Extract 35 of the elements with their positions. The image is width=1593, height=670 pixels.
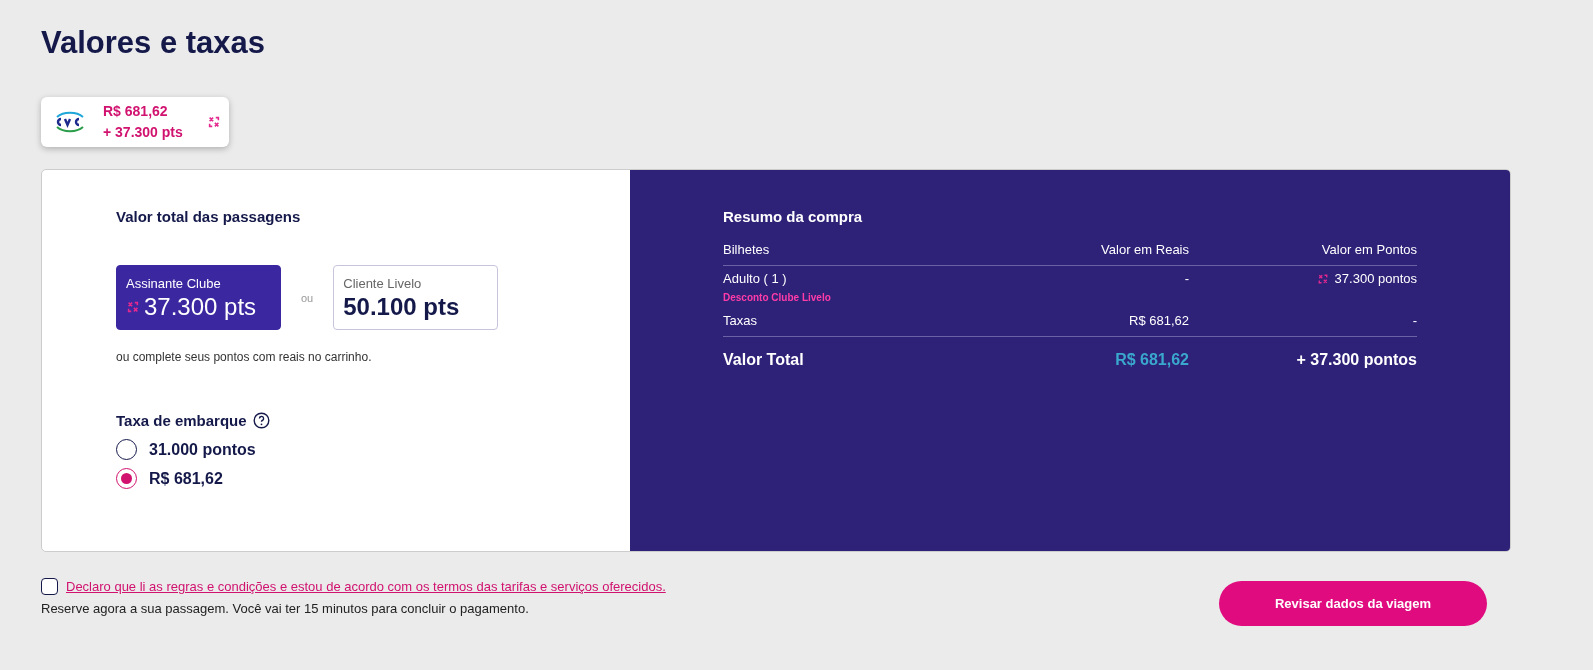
table-cell: R$ 681,62	[956, 308, 1189, 337]
radio-button[interactable]	[116, 468, 137, 489]
reserve-note: Reserve agora a sua passagem. Você vai ter 15 minutos para concluir o pagamento.	[41, 601, 530, 616]
discount-text: Desconto Clube Livelo	[723, 292, 832, 303]
radio-label: 31.000 pontos	[149, 440, 256, 459]
summary-title: Resumo da compra	[723, 208, 864, 225]
total-points: + 37.300 pontos	[1295, 350, 1417, 370]
section-heading: Valor total das passagens	[116, 208, 302, 225]
total-label: Valor Total	[723, 350, 805, 370]
radio-label: R$ 681,62	[149, 469, 223, 488]
fare-option[interactable]: Assinante Clube 37.300 pts	[116, 265, 281, 330]
offer-points: + 37.300 pts	[103, 123, 184, 142]
points-icon	[207, 115, 221, 129]
fare-option[interactable]: Cliente Livelo 50.100 pts	[333, 265, 499, 330]
offer-price: R$ 681,62	[103, 102, 169, 121]
radio-button[interactable]	[116, 439, 137, 460]
points-icon	[126, 300, 140, 314]
separator-text: ou	[301, 291, 314, 304]
table-cell: 37.300 pontos	[1316, 271, 1417, 286]
column-header: Valor em Reais	[956, 237, 1189, 266]
checkbox[interactable]	[41, 578, 58, 595]
help-icon[interactable]	[252, 412, 270, 429]
row-label: Taxas	[723, 313, 757, 328]
offer-card[interactable]: R$ 681,62 + 37.300 pts	[41, 97, 229, 147]
page-title: Valores e taxas	[41, 24, 267, 62]
table-cell: -	[1412, 313, 1417, 328]
row-label: Adulto ( 1 )	[723, 271, 787, 286]
total-reais: R$ 681,62	[1114, 350, 1189, 370]
review-trip-button[interactable]: Revisar dados da viagem	[1219, 581, 1487, 626]
terms-link[interactable]: Declaro que li as regras e condições e estou de acordo com os termos das tarifas e serviços oferecidos.	[66, 579, 666, 594]
column-header: Valor em Pontos	[1189, 237, 1417, 266]
note-text: ou complete seus pontos com reais no carrinho.	[116, 350, 373, 364]
section-heading: Taxa de embarque	[116, 412, 247, 429]
column-header: Bilhetes	[723, 237, 956, 266]
table-cell-text: -	[1183, 270, 1189, 288]
